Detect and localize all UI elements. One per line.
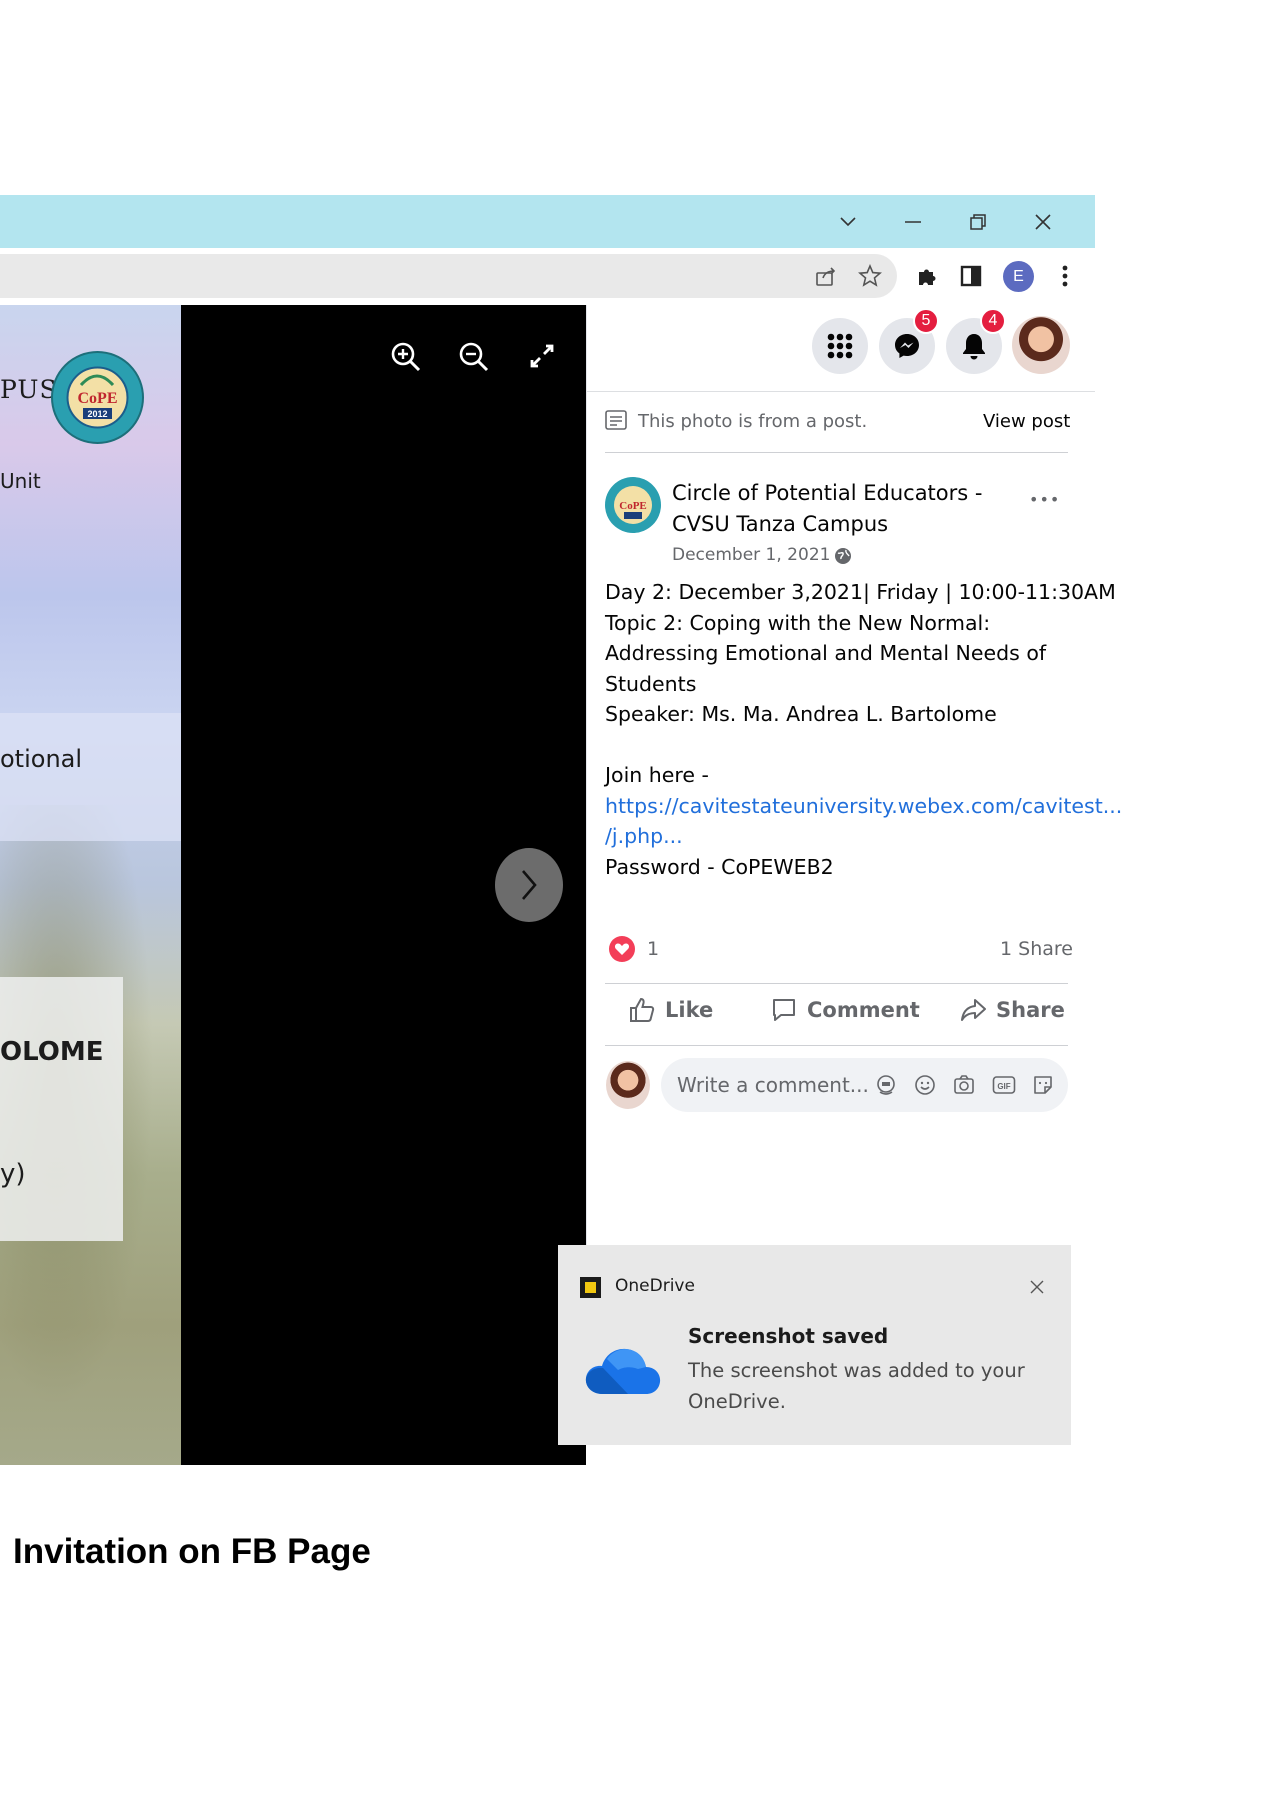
chevron-right-icon [522,870,537,900]
zoom-out-icon [459,342,489,372]
svg-text:2012: 2012 [87,409,107,419]
toast-message: The screenshot was added to your OneDriv… [688,1355,1025,1417]
thumbs-up-icon [630,997,655,1022]
post-more-button[interactable]: ••• [1029,490,1060,509]
restore-icon [970,213,986,230]
post-body-line: Topic 2: Coping with the New Normal: [605,610,991,635]
image-text-name: OLOME [0,1037,104,1067]
address-bar[interactable] [0,254,897,298]
menu-button[interactable] [812,318,868,374]
view-post-link[interactable]: View post [983,411,1070,432]
image-text-campus: PUS [0,375,58,404]
image-name-box [0,977,123,1241]
cope-logo-small: CoPE [614,486,652,524]
comment-input[interactable]: Write a comment... GIF [661,1058,1068,1112]
svg-text:GIF: GIF [997,1082,1010,1091]
cope-logo: CoPE 2012 [51,351,144,444]
svg-text:CoPE: CoPE [78,390,118,407]
comment-label: Comment [807,998,920,1022]
onedrive-toast[interactable]: OneDrive Screenshot saved The screenshot… [558,1245,1071,1445]
love-reaction-icon[interactable] [609,936,635,962]
grid-menu-icon [827,333,853,359]
browser-menu-icon[interactable] [1050,261,1080,291]
share-count[interactable]: 1 Share [1000,938,1073,960]
divider [605,452,1068,453]
post-body-line: Day 2: December 3,2021| Friday | 10:00-1… [605,580,1116,604]
onedrive-cloud-icon [585,1348,661,1394]
share-button[interactable]: Share [959,996,1065,1024]
share-arrow-icon [961,999,986,1021]
zoom-in-button[interactable] [389,340,423,374]
next-photo-button[interactable] [495,848,563,922]
toast-title: Screenshot saved [688,1324,889,1348]
avatar-sticker-icon[interactable] [875,1074,897,1096]
extensions-puzzle-icon[interactable] [912,261,942,291]
post-body-line: Addressing Emotional and Mental Needs of [605,641,1047,665]
photo-from-post-text: This photo is from a post. [638,411,868,432]
bell-icon [963,334,985,360]
page-name[interactable]: Circle of Potential Educators -CVSU Tanz… [672,478,1022,540]
image-text-unit: Unit [0,469,41,493]
side-panel-icon[interactable] [956,261,986,291]
post-body-line: Students [605,671,697,696]
globe-icon [834,547,852,570]
page-avatar[interactable]: CoPE [605,477,661,533]
toast-close-button[interactable] [1025,1275,1049,1299]
webex-link-continued[interactable]: /j.php... [605,821,1122,852]
comment-bubble-icon [773,999,795,1021]
onedrive-app-icon [580,1277,601,1298]
profile-button[interactable]: E [1003,261,1034,292]
zoom-out-button[interactable] [457,340,491,374]
share-page-icon[interactable] [811,261,841,291]
svg-text:CoPE: CoPE [619,500,647,512]
like-button[interactable]: Like [628,996,713,1024]
divider [605,1045,1068,1046]
emoji-icon[interactable] [914,1074,936,1096]
fullscreen-button[interactable] [528,342,556,370]
toast-message-line: OneDrive. [688,1390,786,1413]
divider [605,983,1068,984]
password-line: Password - CoPEWEB2 [605,854,834,879]
close-icon [1030,1280,1044,1294]
notifications-badge: 4 [980,308,1006,334]
join-label: Join here - [605,763,709,787]
post-body-line: Speaker: Ms. Ma. Andrea L. Bartolome [605,702,997,726]
like-label: Like [665,998,714,1022]
image-text-paren: y) [0,1159,26,1189]
post-image-fragment: PUS Unit otional OLOME y) CoPE 2012 [0,305,181,1465]
cope-logo-graphic: CoPE 2012 [66,366,129,429]
account-avatar[interactable] [1012,316,1070,374]
image-banner [0,713,181,841]
toast-app-name: OneDrive [615,1276,695,1296]
comment-placeholder: Write a comment... [677,1073,869,1097]
fullscreen-icon [530,344,554,368]
profile-initial: E [1013,267,1024,285]
figure-caption: Invitation on FB Page [13,1532,371,1571]
sticker-icon[interactable] [1032,1074,1054,1096]
messenger-icon [895,334,919,358]
share-label: Share [996,998,1065,1022]
reaction-count[interactable]: 1 [647,938,659,960]
toast-message-line: The screenshot was added to your [688,1359,1025,1382]
webex-link[interactable]: https://cavitestateuniversity.webex.com/… [605,791,1122,822]
zoom-in-icon [391,342,421,372]
chevron-down-icon [840,216,856,226]
messenger-badge: 5 [913,308,939,334]
comment-button[interactable]: Comment [770,996,920,1024]
commenter-avatar[interactable] [606,1061,650,1109]
close-icon [1035,213,1051,230]
camera-icon[interactable] [953,1074,975,1096]
restore-button[interactable] [948,195,1008,248]
bookmark-star-icon[interactable] [855,261,885,291]
minimize-icon [905,220,921,223]
post-info-icon [605,410,627,435]
image-text-emotional: otional [0,745,83,773]
post-body: Day 2: December 3,2021| Friday | 10:00-1… [605,577,1122,882]
minimize-button[interactable] [883,195,943,248]
tab-search-button[interactable] [818,195,878,248]
close-window-button[interactable] [1013,195,1073,248]
post-date[interactable]: December 1, 2021 · [672,545,841,565]
gif-icon[interactable]: GIF [992,1074,1016,1096]
